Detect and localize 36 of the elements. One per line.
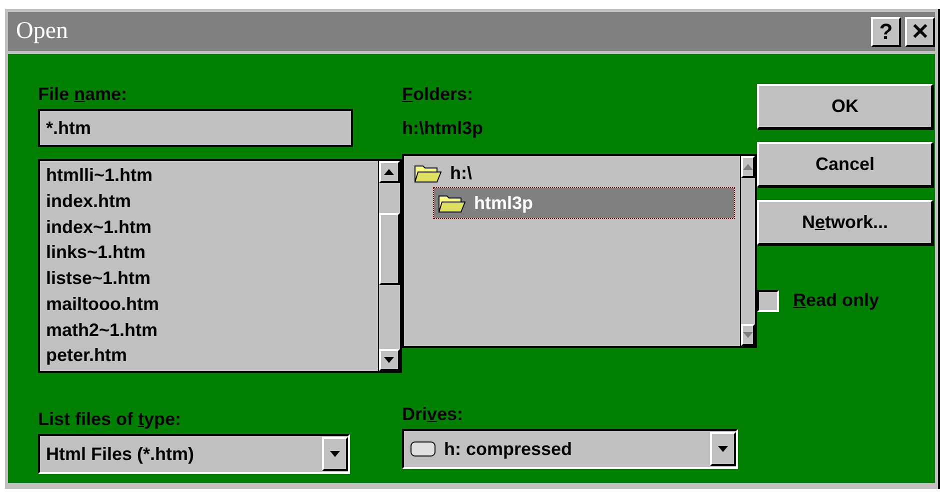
file-name-field[interactable]: *.htm (38, 109, 353, 147)
file-item[interactable]: peter.htm (46, 343, 372, 369)
dropdown-button[interactable] (710, 432, 736, 466)
file-item[interactable]: mailtooo.htm (46, 292, 372, 318)
folder-path: h:\html3p (402, 118, 484, 140)
field-label: File name: (38, 84, 128, 106)
file-item[interactable]: index.htm (46, 188, 372, 214)
file-item[interactable]: links~1.htm (46, 240, 372, 266)
caret-icon (330, 451, 340, 457)
help-button[interactable]: ? (871, 16, 901, 46)
folder-item[interactable]: h:\ (410, 158, 734, 188)
checkbox-label: Read only (792, 290, 879, 312)
scroll-down-icon (742, 332, 753, 338)
dialog-button[interactable]: Network... (756, 200, 933, 245)
caret-icon (718, 446, 728, 452)
scroll-down-icon (384, 357, 394, 363)
drive-dropdown[interactable]: h: compressed (402, 429, 738, 469)
file-item[interactable]: index~1.htm (46, 214, 372, 240)
file-item[interactable]: listse~1.htm (46, 266, 372, 292)
folder-item[interactable]: html3p (434, 188, 734, 218)
dialog-button[interactable]: Cancel (756, 142, 933, 187)
file-item[interactable]: math2~1.htm (46, 318, 372, 344)
file-item[interactable]: htmlli~1.htm (46, 163, 372, 189)
scrollbar[interactable] (378, 161, 400, 371)
read-only-checkbox[interactable] (756, 290, 779, 312)
window-title: Open (16, 18, 68, 45)
close-button[interactable]: ✕ (905, 16, 935, 46)
dialog-button[interactable]: OK (756, 84, 933, 129)
dropdown-button[interactable] (322, 437, 348, 471)
field-label: Drives: (402, 404, 464, 426)
scroll-up-icon (384, 169, 394, 175)
field-label: List files of type: (38, 409, 182, 431)
drive-icon (410, 441, 436, 457)
scroll-up-icon (742, 164, 753, 170)
field-label: Folders: (402, 84, 474, 106)
file-type-dropdown[interactable]: Html Files (*.htm) (38, 434, 350, 474)
